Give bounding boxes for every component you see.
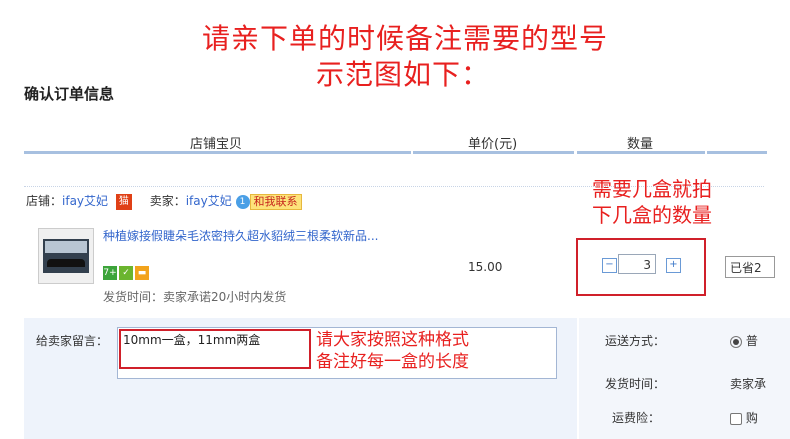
saved-amount: 已省2 [725,256,775,278]
column-header-item: 店铺宝贝 [190,137,243,152]
unit-price: 15.00 [468,260,503,274]
annotation-banner-line1: 请亲下单的时候备注需要的型号 [201,22,608,55]
header-bar-quantity [577,151,705,154]
product-thumbnail[interactable] [38,228,94,284]
header-bar-item [24,151,411,154]
contact-seller-button[interactable]: 和我联系 [249,193,302,210]
section-title: 确认订单信息 [24,85,115,103]
annotation-quantity-line1: 需要几盒就拍 [592,177,712,201]
product-title-link[interactable]: 种植嫁接假睫朵毛浓密持久超水貂绒三根柔软新品... [103,227,378,244]
annotation-message-line2: 备注好每一盒的长度 [316,352,469,372]
shipping-method-value: 普 [745,334,758,348]
shop-prefix: 店铺： [26,194,63,208]
ship-time: 发货时间：卖家承诺20小时内发货 [103,290,287,304]
shipping-method-label: 运送方式： [605,334,666,348]
seller-prefix: 卖家： [149,194,186,208]
message-value: 10mm一盒，11mm两盒 [123,333,261,347]
quantity-input[interactable]: 3 [618,254,656,274]
ship-time-label: 发货时间： [605,377,666,391]
minus-icon[interactable]: − [602,258,617,273]
annotation-quantity-line2: 下几盒的数量 [592,203,712,227]
ship-time-value: 卖家承 [730,377,767,391]
radio-icon[interactable] [730,335,742,348]
panel-separator [577,318,579,439]
freight-insurance-value: 购 [745,411,758,425]
plus-icon[interactable]: + [666,258,681,273]
credit-card-icon: ▬ [135,266,149,280]
checkbox-icon[interactable] [730,412,742,425]
header-bar-extra [707,151,767,154]
shop-name-link[interactable]: ifay艾妃 [62,194,108,208]
column-header-price: 单价(元) [468,137,518,152]
annotation-banner-line2: 示范图如下： [315,58,490,91]
annotation-quantity: 需要几盒就拍 下几盒的数量 [592,176,712,228]
annotation-message-line1: 请大家按照这种格式 [316,330,469,350]
annotation-message: 请大家按照这种格式 备注好每一盒的长度 [316,329,469,373]
wangwang-icon: 1 [235,194,250,209]
seller-name-link[interactable]: ifay艾妃 [186,194,232,208]
guarantee-icon: ✓ [119,266,133,280]
seven-day-return-icon: 7+ [103,266,117,280]
service-badges: 7+ ✓ ▬ [103,264,151,280]
tmall-icon: 猫 [115,193,132,210]
shop-line: 店铺：ifay艾妃 猫 卖家：ifay艾妃 1 和我联系 [26,192,302,210]
freight-insurance-option[interactable]: 购 [730,409,758,426]
quantity-highlight: − 3 + [576,238,706,296]
freight-insurance-label: 运费险： [612,411,661,425]
message-label: 给卖家留言： [36,334,109,348]
header-bar-price [413,151,574,154]
shipping-method-option[interactable]: 普 [730,332,758,349]
column-header-quantity: 数量 [627,137,654,152]
